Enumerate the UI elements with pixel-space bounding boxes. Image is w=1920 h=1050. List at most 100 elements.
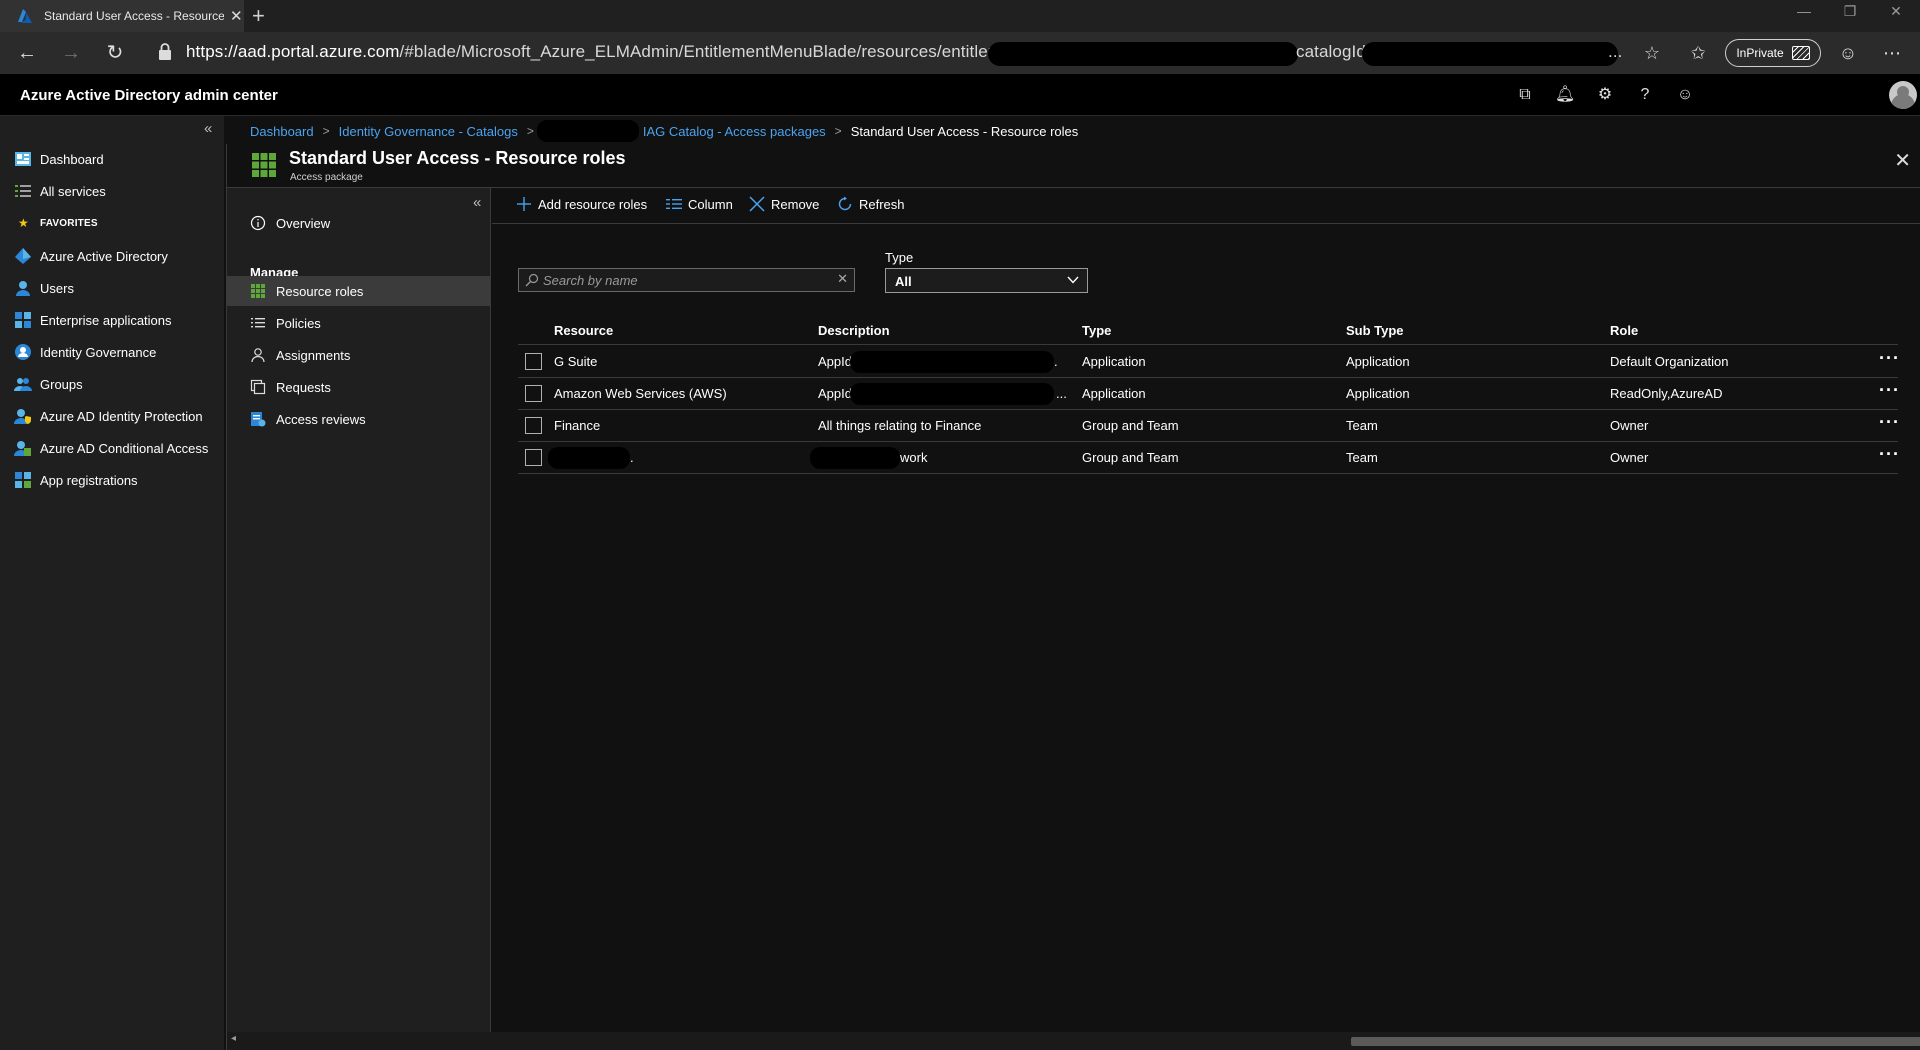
nav-item-app-registrations[interactable]: App registrations [0,466,224,494]
nav-item-all-services[interactable]: All services [0,177,224,205]
browser-tab[interactable]: Standard User Access - Resource roles ✕ [0,0,244,32]
table-row[interactable]: Finance All things relating to Finance G… [518,410,1900,442]
row-more-options-icon[interactable]: ··· [1879,444,1900,465]
nav-item-enterprise-applications[interactable]: Enterprise applications [0,306,224,334]
feedback-smiley-icon[interactable]: ☺ [1834,40,1862,66]
refresh-button[interactable]: Refresh [837,196,905,212]
table-row[interactable]: . work Group and Team Team Owner ··· [518,442,1900,474]
collapse-nav-icon[interactable]: « [204,120,212,137]
menu-item-access-reviews[interactable]: Access reviews [227,404,491,434]
add-favorite-icon[interactable]: ☆ [1638,40,1666,66]
column-header-role[interactable]: Role [1610,323,1638,338]
lock-icon [159,43,171,60]
close-tab-icon[interactable]: ✕ [230,7,243,25]
url-ellipsis: ... [1608,42,1623,61]
cell-resource: . [630,450,634,465]
cell-type: Application [1082,354,1146,369]
inprivate-label: InPrivate [1736,46,1784,60]
conditional-access-icon [14,441,31,456]
favorites-star-icon: ★ [18,216,29,230]
cell-role: ReadOnly,AzureAD [1610,386,1723,401]
access-reviews-icon [251,412,266,427]
cell-description: work [900,450,928,465]
breadcrumb-access-packages[interactable]: IAG Catalog - Access packages [643,124,826,139]
scrollbar-thumb[interactable] [1351,1037,1920,1046]
favorites-icon[interactable]: ✩ [1684,40,1712,66]
row-more-options-icon[interactable]: ··· [1879,380,1900,401]
minimize-icon[interactable]: — [1784,0,1824,24]
reload-icon[interactable]: ↻ [100,40,130,66]
nav-item-users[interactable]: Users [0,274,224,302]
table-row[interactable]: G Suite AppId . Application Application … [518,346,1900,378]
cell-role: Default Organization [1610,354,1729,369]
row-checkbox[interactable] [525,353,542,370]
url-field[interactable]: https://aad.portal.azure.com/#blade/Micr… [186,42,1040,62]
feedback-icon[interactable]: ☺ [1673,84,1697,106]
search-input[interactable] [543,269,823,291]
add-resource-roles-button[interactable]: Add resource roles [516,196,647,212]
nav-item-groups[interactable]: Groups [0,370,224,398]
row-checkbox[interactable] [525,449,542,466]
columns-icon [666,199,682,209]
forward-icon[interactable]: → [56,40,86,66]
row-more-options-icon[interactable]: ··· [1879,412,1900,433]
inprivate-icon [1791,46,1810,60]
row-checkbox[interactable] [525,417,542,434]
left-nav: « Dashboard All services ★ FAVORITES Azu… [0,116,224,1050]
row-more-options-icon[interactable]: ··· [1879,348,1900,369]
search-icon [525,273,539,287]
cell-role: Owner [1610,418,1649,433]
breadcrumb-catalogs[interactable]: Identity Governance - Catalogs [339,124,518,139]
portal-header: Azure Active Directory admin center ⧉ 🔔︎… [0,74,1920,116]
close-blade-icon[interactable]: ✕ [1894,148,1911,173]
breadcrumb-chevron-icon: > [526,124,534,138]
cell-type: Application [1082,386,1146,401]
type-filter-dropdown[interactable]: All [885,268,1088,293]
cell-type: Group and Team [1082,450,1179,465]
nav-item-dashboard[interactable]: Dashboard [0,145,224,173]
table-row[interactable]: Amazon Web Services (AWS) AppId ... Appl… [518,378,1900,410]
close-window-icon[interactable]: ✕ [1876,0,1916,24]
grid-icon [251,284,265,298]
remove-button[interactable]: Remove [749,196,819,212]
menu-item-resource-roles[interactable]: Resource roles [227,276,491,306]
groups-icon [14,378,32,391]
column-header-description[interactable]: Description [818,323,890,338]
notifications-bell-icon[interactable]: 🔔︎ [1553,84,1577,106]
column-header-type[interactable]: Type [1082,323,1111,338]
settings-gear-icon[interactable]: ⚙ [1593,84,1617,106]
row-checkbox[interactable] [525,385,542,402]
menu-item-policies[interactable]: Policies [227,308,491,338]
horizontal-scrollbar[interactable]: ◂ [227,1032,1920,1050]
scroll-left-icon[interactable]: ◂ [231,1033,236,1044]
search-box: ✕ [518,268,855,292]
avatar[interactable] [1889,81,1917,109]
breadcrumb-dashboard[interactable]: Dashboard [250,124,314,139]
more-options-icon[interactable]: ⋯ [1878,40,1906,66]
restore-icon[interactable]: ❐ [1830,0,1870,24]
column-header-resource[interactable]: Resource [554,323,613,338]
identity-governance-icon [15,344,31,360]
new-tab-button[interactable]: + [252,3,265,29]
breadcrumb-chevron-icon: > [834,124,842,138]
column-header-subtype[interactable]: Sub Type [1346,323,1404,338]
back-icon[interactable]: ← [12,40,42,66]
column-button[interactable]: Column [666,196,733,212]
nav-item-identity-governance[interactable]: Identity Governance [0,338,224,366]
nav-item-azure-active-directory[interactable]: Azure Active Directory [0,242,224,270]
menu-item-requests[interactable]: Requests [227,372,491,402]
directory-filter-icon[interactable]: ⧉ [1513,84,1537,106]
nav-item-identity-protection[interactable]: Azure AD Identity Protection [0,402,224,430]
redacted-account [1716,82,1884,110]
help-icon[interactable]: ? [1633,84,1657,106]
clear-search-icon[interactable]: ✕ [837,271,848,287]
inprivate-button[interactable]: InPrivate [1725,39,1821,67]
menu-item-overview[interactable]: Overview [227,208,491,238]
cell-type: Group and Team [1082,418,1179,433]
info-icon [250,215,266,231]
menu-item-assignments[interactable]: Assignments [227,340,491,370]
nav-item-conditional-access[interactable]: Azure AD Conditional Access [0,434,224,462]
page-subtitle: Access package [290,172,363,183]
favorites-heading: FAVORITES [40,218,98,229]
cell-resource: Amazon Web Services (AWS) [554,386,727,401]
